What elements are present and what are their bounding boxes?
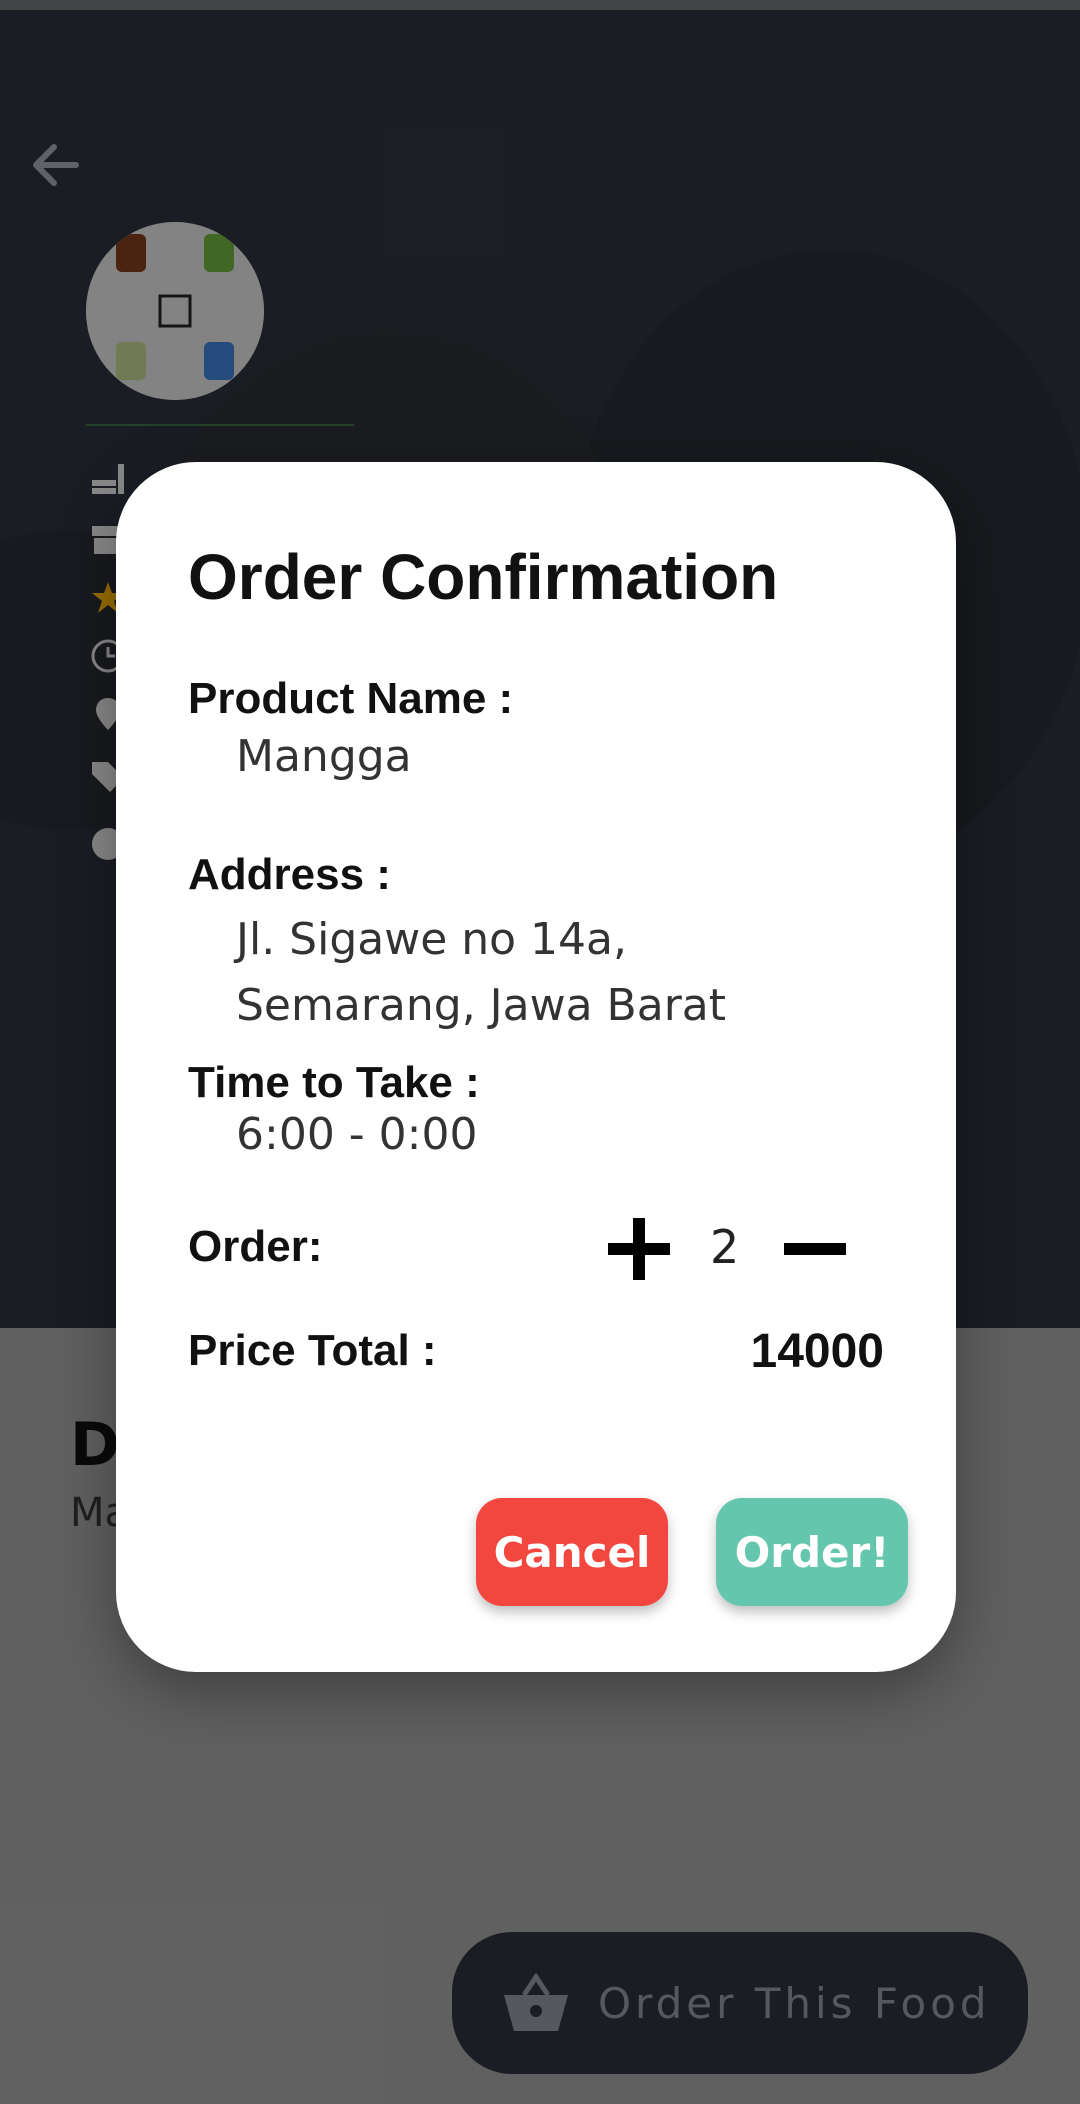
- address-label: Address :: [188, 850, 391, 899]
- time-to-take-label: Time to Take :: [188, 1058, 480, 1107]
- order-button[interactable]: Order!: [716, 1498, 908, 1606]
- cancel-button[interactable]: Cancel: [476, 1498, 668, 1606]
- order-confirmation-dialog: Order Confirmation Product Name : Mangga…: [116, 462, 956, 1672]
- dialog-title: Order Confirmation: [188, 541, 779, 613]
- time-to-take-value: 6:00 - 0:00: [236, 1109, 478, 1160]
- product-name-value: Mangga: [236, 731, 412, 782]
- address-line-1: Jl. Sigawe no 14a,: [236, 914, 627, 965]
- order-quantity-label: Order:: [188, 1222, 323, 1271]
- price-total-value: 14000: [750, 1325, 884, 1378]
- plus-icon[interactable]: [604, 1214, 674, 1284]
- product-name-label: Product Name :: [188, 674, 514, 723]
- minus-icon[interactable]: [780, 1214, 850, 1284]
- quantity-value: 2: [710, 1220, 740, 1274]
- address-line-2: Semarang, Jawa Barat: [236, 980, 726, 1031]
- price-total-label: Price Total :: [188, 1326, 437, 1375]
